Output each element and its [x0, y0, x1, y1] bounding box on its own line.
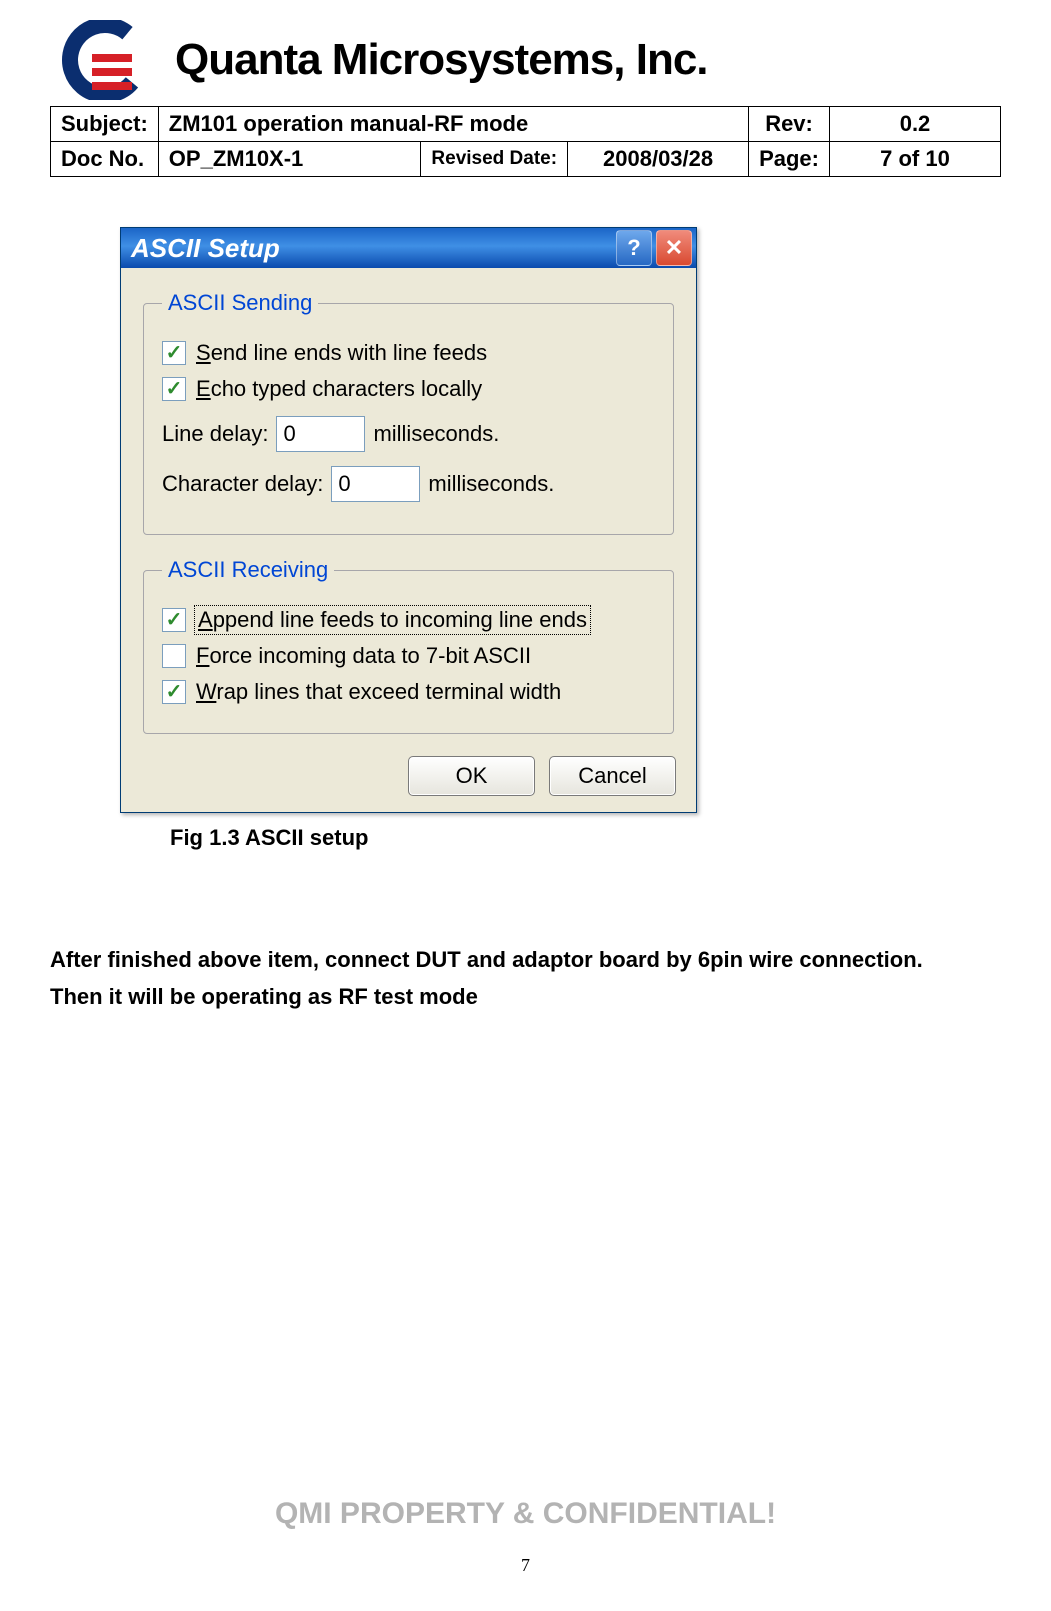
- page-label: Page:: [749, 142, 830, 177]
- dialog-button-row: OK Cancel: [141, 756, 676, 796]
- company-logo-icon: [50, 20, 160, 100]
- subject-label: Subject:: [51, 107, 159, 142]
- checkbox-wrap-lines[interactable]: Wrap lines that exceed terminal width: [162, 679, 655, 705]
- checkbox-label: Wrap lines that exceed terminal width: [196, 679, 561, 705]
- checkbox-icon[interactable]: [162, 341, 186, 365]
- character-delay-input[interactable]: [331, 466, 420, 502]
- rev-value: 0.2: [830, 107, 1001, 142]
- help-icon[interactable]: ?: [616, 230, 652, 266]
- checkbox-label: Append line feeds to incoming line ends: [196, 607, 589, 633]
- checkbox-icon[interactable]: [162, 644, 186, 668]
- checkbox-icon[interactable]: [162, 608, 186, 632]
- docno-value: OP_ZM10X-1: [158, 142, 421, 177]
- docno-label: Doc No.: [51, 142, 159, 177]
- checkbox-echo-typed[interactable]: Echo typed characters locally: [162, 376, 655, 402]
- dialog-titlebar: ASCII Setup ? ✕: [121, 228, 696, 268]
- document-header: Quanta Microsystems, Inc.: [50, 20, 1001, 100]
- checkbox-icon[interactable]: [162, 377, 186, 401]
- close-icon[interactable]: ✕: [656, 230, 692, 266]
- line-delay-row: Line delay: milliseconds.: [162, 416, 655, 452]
- checkbox-icon[interactable]: [162, 680, 186, 704]
- rev-label: Rev:: [749, 107, 830, 142]
- company-name: Quanta Microsystems, Inc.: [175, 35, 708, 85]
- checkbox-label: Send line ends with line feeds: [196, 340, 487, 366]
- document-meta-table: Subject: ZM101 operation manual-RF mode …: [50, 106, 1001, 177]
- ok-button[interactable]: OK: [408, 756, 535, 796]
- checkbox-label: Echo typed characters locally: [196, 376, 482, 402]
- cancel-button[interactable]: Cancel: [549, 756, 676, 796]
- revised-label: Revised Date:: [421, 142, 568, 177]
- ascii-sending-group: ASCII Sending Send line ends with line f…: [143, 290, 674, 535]
- body-line-2: Then it will be operating as RF test mod…: [50, 978, 1001, 1015]
- character-delay-suffix: milliseconds.: [428, 471, 554, 497]
- revised-value: 2008/03/28: [568, 142, 749, 177]
- ascii-sending-legend: ASCII Sending: [162, 290, 318, 316]
- dialog-title: ASCII Setup: [131, 233, 612, 264]
- checkbox-send-line-ends[interactable]: Send line ends with line feeds: [162, 340, 655, 366]
- ascii-receiving-legend: ASCII Receiving: [162, 557, 334, 583]
- line-delay-input[interactable]: [276, 416, 365, 452]
- page-value: 7 of 10: [830, 142, 1001, 177]
- ascii-setup-dialog: ASCII Setup ? ✕ ASCII Sending Send line …: [120, 227, 697, 813]
- line-delay-label: Line delay:: [162, 421, 268, 447]
- figure-caption: Fig 1.3 ASCII setup: [170, 825, 1001, 851]
- checkbox-force-7bit[interactable]: Force incoming data to 7-bit ASCII: [162, 643, 655, 669]
- ascii-receiving-group: ASCII Receiving Append line feeds to inc…: [143, 557, 674, 734]
- subject-value: ZM101 operation manual-RF mode: [158, 107, 748, 142]
- body-paragraph: After finished above item, connect DUT a…: [50, 941, 1001, 1016]
- checkbox-label: Force incoming data to 7-bit ASCII: [196, 643, 531, 669]
- line-delay-suffix: milliseconds.: [373, 421, 499, 447]
- footer-page-number: 7: [0, 1555, 1051, 1576]
- confidential-watermark: QMI PROPERTY & CONFIDENTIAL!: [0, 1497, 1051, 1531]
- checkbox-append-line-feeds[interactable]: Append line feeds to incoming line ends: [162, 607, 655, 633]
- character-delay-row: Character delay: milliseconds.: [162, 466, 655, 502]
- body-line-1: After finished above item, connect DUT a…: [50, 941, 1001, 978]
- character-delay-label: Character delay:: [162, 471, 323, 497]
